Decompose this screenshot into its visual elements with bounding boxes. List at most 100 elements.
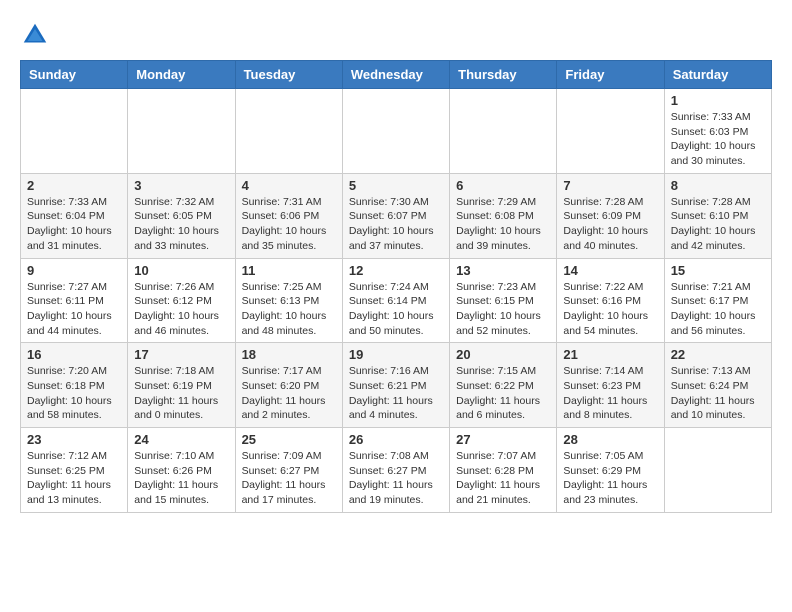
day-number: 16 <box>27 347 121 362</box>
day-info: Sunrise: 7:16 AM Sunset: 6:21 PM Dayligh… <box>349 364 443 423</box>
day-number: 13 <box>456 263 550 278</box>
day-info: Sunrise: 7:15 AM Sunset: 6:22 PM Dayligh… <box>456 364 550 423</box>
calendar-table: SundayMondayTuesdayWednesdayThursdayFrid… <box>20 60 772 513</box>
day-info: Sunrise: 7:28 AM Sunset: 6:09 PM Dayligh… <box>563 195 657 254</box>
day-number: 14 <box>563 263 657 278</box>
day-info: Sunrise: 7:14 AM Sunset: 6:23 PM Dayligh… <box>563 364 657 423</box>
day-number: 25 <box>242 432 336 447</box>
calendar-cell: 24Sunrise: 7:10 AM Sunset: 6:26 PM Dayli… <box>128 428 235 513</box>
day-info: Sunrise: 7:26 AM Sunset: 6:12 PM Dayligh… <box>134 280 228 339</box>
calendar-cell: 15 Sunrise: 7:21 AM Sunset: 6:17 PM Dayli… <box>664 258 771 343</box>
day-header-friday: Friday <box>557 61 664 89</box>
day-number: 12 <box>349 263 443 278</box>
calendar-cell: 18 Sunrise: 7:17 AM Sunset: 6:20 PM Dayli… <box>235 343 342 428</box>
week-row-1: 1 Sunrise: 7:33 AM Sunset: 6:03 PM Daylig… <box>21 89 772 174</box>
calendar-cell: 1 Sunrise: 7:33 AM Sunset: 6:03 PM Daylig… <box>664 89 771 174</box>
day-info: Sunrise: 7:07 AM Sunset: 6:28 PM Dayligh… <box>456 449 550 508</box>
calendar-cell: 19 Sunrise: 7:16 AM Sunset: 6:21 PM Dayli… <box>342 343 449 428</box>
calendar-cell: 10 Sunrise: 7:26 AM Sunset: 6:12 PM Dayli… <box>128 258 235 343</box>
day-info: Sunrise: 7:25 AM Sunset: 6:13 PM Dayligh… <box>242 280 336 339</box>
day-info: Sunrise: 7:12 AM Sunset: 6:25 PM Dayligh… <box>27 449 121 508</box>
calendar-cell: 17 Sunrise: 7:18 AM Sunset: 6:19 PM Dayli… <box>128 343 235 428</box>
day-info: Sunrise: 7:33 AM Sunset: 6:04 PM Dayligh… <box>27 195 121 254</box>
day-number: 9 <box>27 263 121 278</box>
day-number: 23 <box>27 432 121 447</box>
calendar-cell: 14Sunrise: 7:22 AM Sunset: 6:16 PM Dayli… <box>557 258 664 343</box>
day-number: 7 <box>563 178 657 193</box>
day-number: 28 <box>563 432 657 447</box>
day-info: Sunrise: 7:17 AM Sunset: 6:20 PM Dayligh… <box>242 364 336 423</box>
day-number: 26 <box>349 432 443 447</box>
day-header-sunday: Sunday <box>21 61 128 89</box>
calendar-cell <box>664 428 771 513</box>
calendar-cell: 8 Sunrise: 7:28 AM Sunset: 6:10 PM Daylig… <box>664 173 771 258</box>
logo-icon <box>20 20 50 50</box>
calendar-cell: 21 Sunrise: 7:14 AM Sunset: 6:23 PM Dayli… <box>557 343 664 428</box>
day-number: 24 <box>134 432 228 447</box>
day-number: 22 <box>671 347 765 362</box>
day-info: Sunrise: 7:13 AM Sunset: 6:24 PM Dayligh… <box>671 364 765 423</box>
day-number: 27 <box>456 432 550 447</box>
day-number: 15 <box>671 263 765 278</box>
day-number: 4 <box>242 178 336 193</box>
calendar-cell: 20 Sunrise: 7:15 AM Sunset: 6:22 PM Dayli… <box>450 343 557 428</box>
day-number: 17 <box>134 347 228 362</box>
page-header <box>20 20 772 50</box>
calendar-cell <box>342 89 449 174</box>
calendar-cell: 4 Sunrise: 7:31 AM Sunset: 6:06 PM Daylig… <box>235 173 342 258</box>
days-of-week-row: SundayMondayTuesdayWednesdayThursdayFrid… <box>21 61 772 89</box>
day-number: 8 <box>671 178 765 193</box>
calendar-cell: 13 Sunrise: 7:23 AM Sunset: 6:15 PM Dayli… <box>450 258 557 343</box>
day-number: 21 <box>563 347 657 362</box>
day-header-tuesday: Tuesday <box>235 61 342 89</box>
day-number: 20 <box>456 347 550 362</box>
calendar-cell: 16 Sunrise: 7:20 AM Sunset: 6:18 PM Dayli… <box>21 343 128 428</box>
day-info: Sunrise: 7:24 AM Sunset: 6:14 PM Dayligh… <box>349 280 443 339</box>
day-info: Sunrise: 7:32 AM Sunset: 6:05 PM Dayligh… <box>134 195 228 254</box>
calendar-cell <box>128 89 235 174</box>
calendar-cell: 12 Sunrise: 7:24 AM Sunset: 6:14 PM Dayli… <box>342 258 449 343</box>
day-number: 6 <box>456 178 550 193</box>
calendar-cell <box>21 89 128 174</box>
calendar-cell: 22 Sunrise: 7:13 AM Sunset: 6:24 PM Dayli… <box>664 343 771 428</box>
week-row-5: 23 Sunrise: 7:12 AM Sunset: 6:25 PM Dayli… <box>21 428 772 513</box>
calendar-cell: 2 Sunrise: 7:33 AM Sunset: 6:04 PM Daylig… <box>21 173 128 258</box>
week-row-3: 9 Sunrise: 7:27 AM Sunset: 6:11 PM Daylig… <box>21 258 772 343</box>
day-number: 11 <box>242 263 336 278</box>
day-number: 18 <box>242 347 336 362</box>
calendar-cell: 23 Sunrise: 7:12 AM Sunset: 6:25 PM Dayli… <box>21 428 128 513</box>
week-row-4: 16 Sunrise: 7:20 AM Sunset: 6:18 PM Dayli… <box>21 343 772 428</box>
logo <box>20 20 54 50</box>
calendar-header: SundayMondayTuesdayWednesdayThursdayFrid… <box>21 61 772 89</box>
day-info: Sunrise: 7:23 AM Sunset: 6:15 PM Dayligh… <box>456 280 550 339</box>
calendar-body: 1 Sunrise: 7:33 AM Sunset: 6:03 PM Daylig… <box>21 89 772 513</box>
day-info: Sunrise: 7:09 AM Sunset: 6:27 PM Dayligh… <box>242 449 336 508</box>
calendar-cell: 3 Sunrise: 7:32 AM Sunset: 6:05 PM Daylig… <box>128 173 235 258</box>
calendar-cell: 9 Sunrise: 7:27 AM Sunset: 6:11 PM Daylig… <box>21 258 128 343</box>
calendar-cell: 6 Sunrise: 7:29 AM Sunset: 6:08 PM Daylig… <box>450 173 557 258</box>
calendar-cell: 25 Sunrise: 7:09 AM Sunset: 6:27 PM Dayli… <box>235 428 342 513</box>
day-number: 3 <box>134 178 228 193</box>
day-info: Sunrise: 7:27 AM Sunset: 6:11 PM Dayligh… <box>27 280 121 339</box>
day-info: Sunrise: 7:30 AM Sunset: 6:07 PM Dayligh… <box>349 195 443 254</box>
day-info: Sunrise: 7:18 AM Sunset: 6:19 PM Dayligh… <box>134 364 228 423</box>
day-info: Sunrise: 7:29 AM Sunset: 6:08 PM Dayligh… <box>456 195 550 254</box>
calendar-cell: 27 Sunrise: 7:07 AM Sunset: 6:28 PM Dayli… <box>450 428 557 513</box>
day-info: Sunrise: 7:31 AM Sunset: 6:06 PM Dayligh… <box>242 195 336 254</box>
calendar-cell <box>235 89 342 174</box>
day-number: 19 <box>349 347 443 362</box>
day-info: Sunrise: 7:21 AM Sunset: 6:17 PM Dayligh… <box>671 280 765 339</box>
day-info: Sunrise: 7:28 AM Sunset: 6:10 PM Dayligh… <box>671 195 765 254</box>
calendar-cell: 11 Sunrise: 7:25 AM Sunset: 6:13 PM Dayli… <box>235 258 342 343</box>
day-info: Sunrise: 7:20 AM Sunset: 6:18 PM Dayligh… <box>27 364 121 423</box>
day-header-saturday: Saturday <box>664 61 771 89</box>
day-info: Sunrise: 7:33 AM Sunset: 6:03 PM Dayligh… <box>671 110 765 169</box>
day-info: Sunrise: 7:05 AM Sunset: 6:29 PM Dayligh… <box>563 449 657 508</box>
day-info: Sunrise: 7:08 AM Sunset: 6:27 PM Dayligh… <box>349 449 443 508</box>
day-number: 1 <box>671 93 765 108</box>
day-header-monday: Monday <box>128 61 235 89</box>
calendar-cell: 26 Sunrise: 7:08 AM Sunset: 6:27 PM Dayli… <box>342 428 449 513</box>
day-number: 10 <box>134 263 228 278</box>
calendar-cell: 5Sunrise: 7:30 AM Sunset: 6:07 PM Daylig… <box>342 173 449 258</box>
day-number: 2 <box>27 178 121 193</box>
